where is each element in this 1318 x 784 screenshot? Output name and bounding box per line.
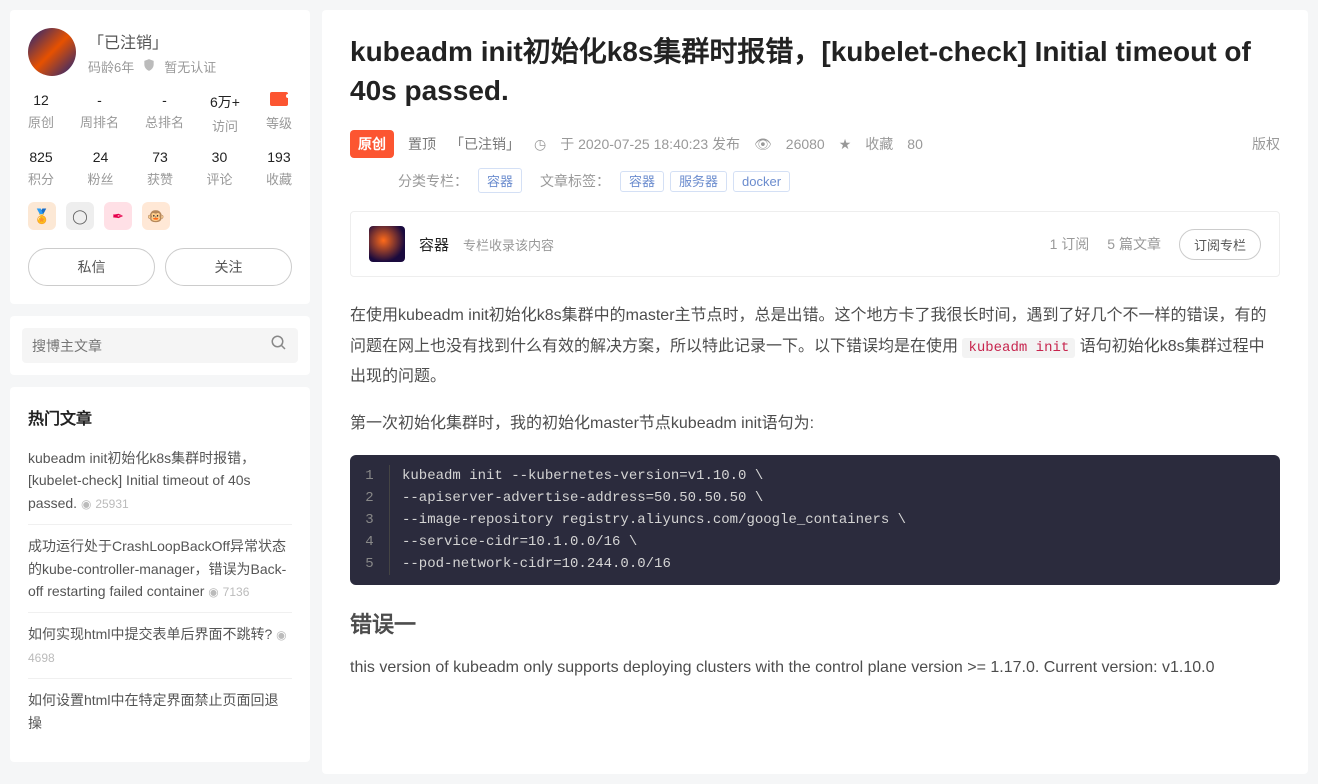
medal-icon[interactable]: 🏅: [28, 202, 56, 230]
stat-item[interactable]: 30评论: [206, 149, 232, 188]
column-icon[interactable]: [369, 226, 405, 262]
eye-icon: ◉: [208, 585, 218, 599]
avatar[interactable]: [28, 28, 76, 76]
hot-article-item[interactable]: 成功运行处于CrashLoopBackOff异常状态的kube-controll…: [28, 524, 292, 612]
article-tag[interactable]: 服务器: [670, 171, 727, 192]
stat-item[interactable]: 等级: [266, 92, 292, 135]
code-block: 1kubeadm init --kubernetes-version=v1.10…: [350, 455, 1280, 585]
eye-icon: 👁: [754, 136, 772, 153]
github-icon[interactable]: ◯: [66, 202, 94, 230]
error-heading: 错误一: [350, 607, 1280, 639]
stat-item[interactable]: 6万+访问: [210, 92, 240, 135]
category-tag[interactable]: 容器: [478, 168, 522, 193]
code-line: 2--apiserver-advertise-address=50.50.50.…: [350, 487, 1280, 509]
code-line: 5--pod-network-cidr=10.244.0.0/16: [350, 553, 1280, 585]
column-box: 容器 专栏收录该内容 1 订阅 5 篇文章 订阅专栏: [350, 211, 1280, 277]
search-box: [22, 328, 298, 363]
fav-count: 80: [907, 136, 923, 152]
stat-item[interactable]: 24粉丝: [87, 149, 113, 188]
stat-item[interactable]: 12原创: [28, 92, 54, 135]
stat-item[interactable]: -总排名: [145, 92, 184, 135]
level-flag-icon: [270, 92, 288, 106]
view-count: 26080: [786, 136, 825, 152]
hot-articles-card: 热门文章 kubeadm init初始化k8s集群时报错，[kubelet-ch…: [10, 387, 310, 762]
column-name[interactable]: 容器: [419, 234, 449, 255]
page-title: kubeadm init初始化k8s集群时报错，[kubelet-check] …: [350, 32, 1280, 110]
hot-article-item[interactable]: kubeadm init初始化k8s集群时报错，[kubelet-check] …: [28, 443, 292, 524]
badge-icon[interactable]: 🐵: [142, 202, 170, 230]
pin-label: 置顶: [408, 134, 436, 154]
search-icon[interactable]: [270, 334, 288, 357]
stat-item[interactable]: -周排名: [80, 92, 119, 135]
subscribe-button[interactable]: 订阅专栏: [1179, 229, 1261, 260]
hot-article-item[interactable]: 如何实现html中提交表单后界面不跳转? ◉ 4698: [28, 612, 292, 678]
publish-time: 于 2020-07-25 18:40:23 发布: [560, 134, 740, 154]
intro-paragraph: 在使用kubeadm init初始化k8s集群中的master主节点时，总是出错…: [350, 301, 1280, 392]
column-subs: 1 订阅: [1050, 234, 1090, 254]
inline-code: kubeadm init: [962, 338, 1075, 358]
article-main: kubeadm init初始化k8s集群时报错，[kubelet-check] …: [322, 10, 1308, 774]
stat-item[interactable]: 73获赞: [147, 149, 173, 188]
article-content: 在使用kubeadm init初始化k8s集群中的master主节点时，总是出错…: [350, 301, 1280, 683]
medals-row: 🏅 ◯ ✒ 🐵: [28, 202, 292, 230]
error-text: this version of kubeadm only supports de…: [350, 653, 1280, 683]
code-age: 码龄6年: [88, 57, 134, 76]
clock-icon: ◷: [534, 136, 546, 153]
star-icon: ★: [839, 136, 852, 153]
author-link[interactable]: 「已注销」: [450, 134, 520, 154]
code-line: 1kubeadm init --kubernetes-version=v1.10…: [350, 455, 1280, 487]
hot-title: 热门文章: [28, 405, 292, 429]
copyright-link[interactable]: 版权: [1252, 134, 1280, 154]
original-badge: 原创: [350, 130, 394, 158]
profile-card: 「已注销」 码龄6年 暂无认证 12原创 -周排名 -总排名 6万+访问等级 825积…: [10, 10, 310, 304]
tag-label: 文章标签：: [540, 171, 610, 191]
message-button[interactable]: 私信: [28, 248, 155, 286]
follow-button[interactable]: 关注: [165, 248, 292, 286]
shield-icon: [142, 58, 156, 75]
article-tag[interactable]: 容器: [620, 171, 664, 192]
search-input[interactable]: [32, 338, 270, 354]
code-line: 3--image-repository registry.aliyuncs.co…: [350, 509, 1280, 531]
pen-icon[interactable]: ✒: [104, 202, 132, 230]
column-count: 5 篇文章: [1107, 234, 1161, 254]
stat-item[interactable]: 825积分: [28, 149, 54, 188]
cert-label: 暂无认证: [164, 57, 216, 76]
category-label: 分类专栏：: [398, 171, 468, 191]
stat-item[interactable]: 193收藏: [266, 149, 292, 188]
code-line: 4--service-cidr=10.1.0.0/16 \: [350, 531, 1280, 553]
fav-label[interactable]: 收藏: [865, 134, 893, 154]
profile-name[interactable]: 「已注销」: [88, 29, 216, 53]
article-tag[interactable]: docker: [733, 171, 790, 192]
hot-article-item[interactable]: 如何设置html中在特定界面禁止页面回退操: [28, 678, 292, 744]
paragraph: 第一次初始化集群时，我的初始化master节点kubeadm init语句为:: [350, 409, 1280, 439]
column-desc: 专栏收录该内容: [463, 235, 554, 254]
eye-icon: ◉: [81, 497, 91, 511]
tags-row: 分类专栏： 容器 文章标签： 容器服务器docker: [398, 168, 1280, 193]
eye-icon: ◉: [276, 628, 286, 642]
article-meta: 原创 置顶 「已注销」 ◷ 于 2020-07-25 18:40:23 发布 👁…: [350, 130, 1280, 158]
